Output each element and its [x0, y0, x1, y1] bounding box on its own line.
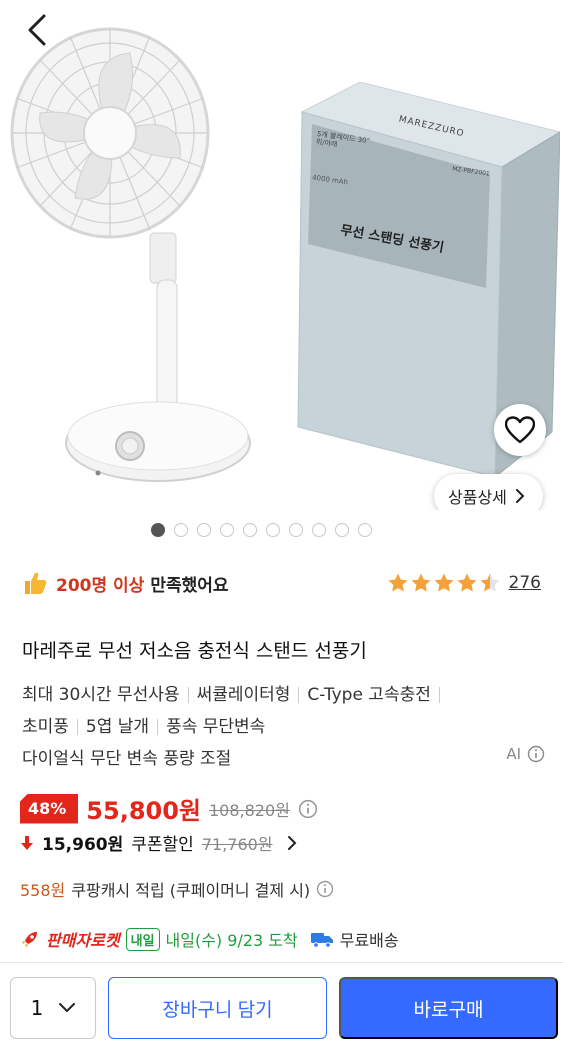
feature-divider — [298, 687, 300, 703]
discount-badge: 48% — [20, 793, 79, 824]
carousel-dot[interactable] — [266, 523, 280, 537]
product-detail-button[interactable]: 상품상세 — [434, 474, 543, 510]
seller-rocket-label: 판매자로켓 — [46, 931, 120, 950]
fan-product-image — [10, 27, 251, 482]
satisfaction-line: 200명 이상 만족했어요 — [22, 570, 229, 596]
chevron-right-icon — [515, 489, 525, 503]
ai-summary-badge[interactable]: AI — [506, 745, 545, 763]
buy-now-button[interactable]: 바로구매 — [339, 977, 558, 1039]
carousel-dot[interactable] — [197, 523, 211, 537]
quantity-value: 1 — [30, 996, 44, 1020]
feature-divider — [157, 719, 159, 735]
original-price: 108,820원 — [209, 800, 290, 820]
rocket-icon — [22, 932, 37, 947]
feature-item: 다이얼식 무단 변속 풍량 조절 — [22, 749, 232, 769]
cash-amount: 558원 — [20, 881, 66, 900]
feature-item: 최대 30시간 무선사용 — [22, 685, 180, 705]
sale-price: 55,800원 — [86, 797, 201, 825]
heart-icon — [505, 416, 535, 444]
feature-row-2: 초미풍 5엽 날개 풍속 무단변속 — [22, 711, 542, 743]
star-icon — [388, 573, 408, 592]
satisfaction-count: 200명 이상 — [56, 575, 145, 596]
info-icon — [527, 745, 545, 763]
carousel-dot[interactable] — [335, 523, 349, 537]
quantity-select[interactable]: 1 — [10, 977, 96, 1039]
review-count-link[interactable]: 276 — [509, 573, 541, 593]
star-icon — [434, 573, 454, 592]
price-row: 48% 55,800원 108,820원 — [20, 791, 318, 826]
rating-summary[interactable]: 276 — [387, 572, 541, 594]
feature-row-1: 최대 30시간 무선사용 써큘레이터형 C-Type 고속충전 — [22, 679, 542, 711]
carousel-dot[interactable] — [220, 523, 234, 537]
feature-item: 써큘레이터형 — [196, 685, 291, 705]
feature-divider — [187, 687, 189, 703]
arrow-down-icon — [21, 835, 33, 850]
cash-text: 쿠팡캐시 적립 (쿠페이머니 결제 시) — [71, 881, 311, 900]
chevron-right-icon — [287, 835, 296, 850]
feature-item: 5엽 날개 — [85, 717, 150, 737]
feature-item: 초미풍 — [22, 717, 69, 737]
carousel-dot[interactable] — [358, 523, 372, 537]
tomorrow-badge: 내일 — [125, 927, 160, 951]
arrival-date: 내일(수) 9/23 도착 — [165, 931, 298, 950]
coupon-price: 15,960원 — [42, 835, 124, 855]
ai-label: AI — [506, 745, 521, 763]
cash-reward-row: 558원 쿠팡캐시 적립 (쿠페이머니 결제 시) — [20, 877, 334, 901]
purchase-bar: 1 장바구니 담기 바로구매 — [0, 962, 563, 1044]
wishlist-button[interactable] — [494, 404, 546, 456]
coupon-label: 쿠폰할인 — [131, 835, 194, 855]
product-detail-label: 상품상세 — [448, 488, 507, 507]
product-title: 마레주로 무선 저소음 충전식 스탠드 선풍기 — [22, 640, 367, 662]
info-icon[interactable] — [316, 880, 334, 898]
star-icon — [480, 573, 500, 592]
star-icon — [457, 573, 477, 592]
carousel-dot[interactable] — [151, 523, 165, 537]
feature-divider — [76, 719, 78, 735]
truck-icon — [310, 933, 333, 948]
carousel-dot[interactable] — [289, 523, 303, 537]
shipping-row: 판매자로켓 내일 내일(수) 9/23 도착 무료배송 — [20, 927, 399, 951]
add-to-cart-button[interactable]: 장바구니 담기 — [108, 977, 327, 1039]
chevron-down-icon — [59, 1003, 76, 1013]
satisfaction-text: 만족했어요 — [150, 575, 229, 596]
thumbs-up-icon — [25, 572, 47, 594]
feature-item: 풍속 무단변속 — [166, 717, 266, 737]
feature-list: 최대 30시간 무선사용 써큘레이터형 C-Type 고속충전 초미풍 5엽 날… — [22, 679, 542, 775]
carousel-dot[interactable] — [312, 523, 326, 537]
coupon-original-price: 71,760원 — [201, 834, 273, 854]
star-rating — [387, 572, 501, 594]
carousel-dot[interactable] — [243, 523, 257, 537]
carousel-indicator[interactable] — [0, 523, 563, 543]
info-icon[interactable] — [298, 799, 318, 819]
coupon-row[interactable]: 15,960원 쿠폰할인 71,760원 — [20, 830, 297, 855]
feature-item: C-Type 고속충전 — [307, 685, 431, 705]
feature-divider — [438, 687, 440, 703]
star-icon — [411, 573, 431, 592]
carousel-dot[interactable] — [174, 523, 188, 537]
feature-row-3: 다이얼식 무단 변속 풍량 조절 — [22, 743, 542, 775]
product-image-area[interactable]: MAREZZURO 5개 블레이드 30° 위/아래 4000 mAh MZ-P… — [0, 0, 563, 510]
free-shipping-label: 무료배송 — [339, 931, 399, 950]
